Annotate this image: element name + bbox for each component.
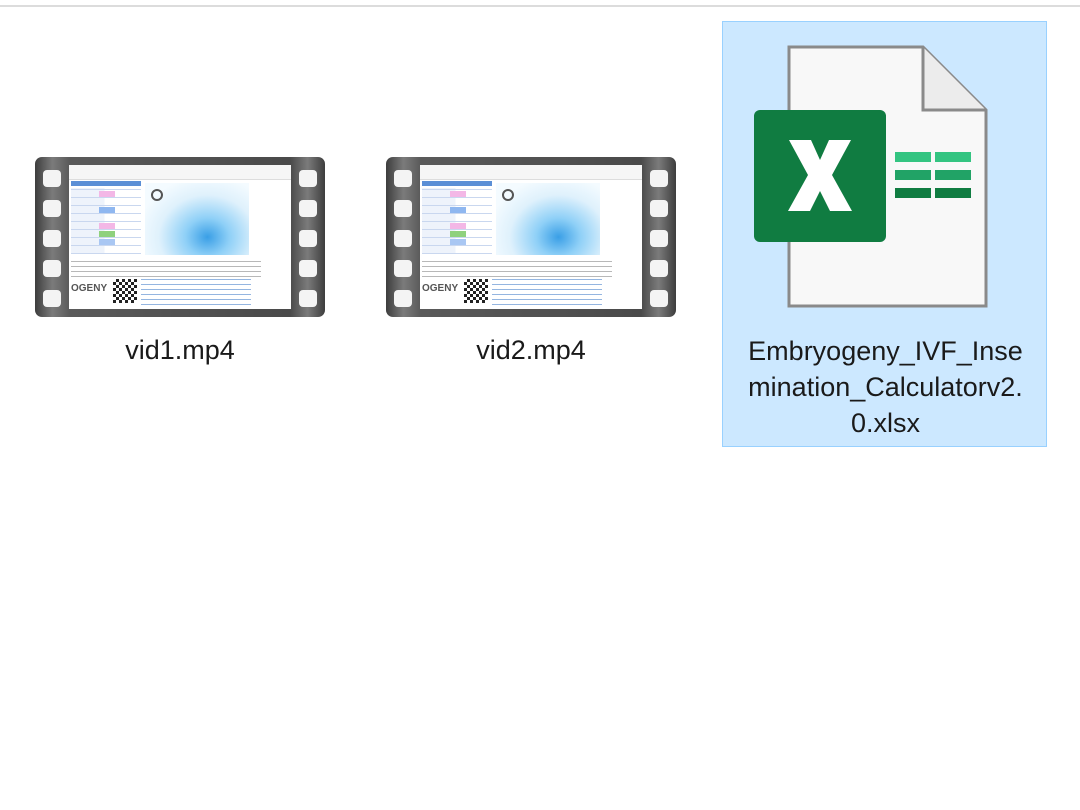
top-divider — [0, 5, 1080, 7]
video-thumbnail: OGENY — [69, 165, 291, 309]
file-item-vid2[interactable]: OGENY vid2.mp4 — [381, 150, 681, 380]
file-item-vid1[interactable]: OGENY vid1.mp4 — [30, 150, 330, 380]
thumbnail-logo: OGENY — [422, 283, 459, 294]
file-name-line-3: 0.xlsx — [850, 408, 921, 438]
file-name-line-2: mination_Calculatorv2. — [748, 372, 1023, 402]
file-name-line-1: Embryogeny_IVF_Inse — [748, 336, 1023, 366]
thumbnail-logo: OGENY — [71, 283, 108, 294]
excel-file-icon — [754, 45, 988, 308]
file-item-excel[interactable]: Embryogeny_IVF_Inse mination_Calculatorv… — [722, 21, 1047, 447]
film-strip-icon: OGENY — [386, 157, 676, 317]
film-strip-icon: OGENY — [35, 157, 325, 317]
video-thumbnail: OGENY — [420, 165, 642, 309]
file-name: vid1.mp4 — [125, 335, 235, 365]
file-name: vid2.mp4 — [476, 335, 586, 365]
